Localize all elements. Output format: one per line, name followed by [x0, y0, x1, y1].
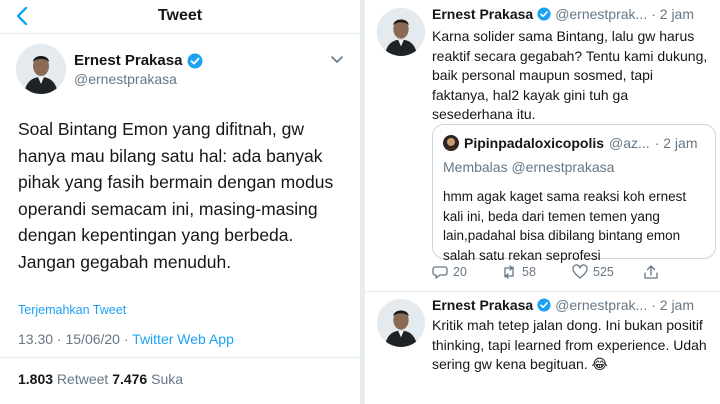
avatar[interactable]	[377, 299, 425, 347]
reply-actions: 20 58 525	[432, 264, 712, 284]
replies-panel: Ernest Prakasa @ernestprak... · 2 jam Ka…	[365, 0, 720, 404]
comment-icon	[432, 266, 448, 279]
chevron-down-icon[interactable]	[330, 55, 344, 65]
reply-text: Kritik mah tetep jalan dong. Ini bukan p…	[432, 317, 707, 372]
translate-tweet-link[interactable]: Terjemahkan Tweet	[18, 303, 126, 317]
reply-button[interactable]: 20	[432, 264, 467, 280]
retweet-icon	[504, 265, 514, 279]
reply-author-name[interactable]: Ernest Prakasa	[432, 297, 533, 313]
verified-badge-icon	[187, 53, 203, 68]
like-button[interactable]: 525	[572, 264, 614, 280]
tweet-text: Soal Bintang Emon yang difitnah, gw hany…	[18, 119, 334, 272]
like-count: 525	[593, 265, 614, 279]
retweet-button[interactable]: 58	[501, 264, 536, 280]
author-name[interactable]: Ernest Prakasa	[74, 52, 182, 69]
avatar[interactable]	[377, 8, 425, 56]
like-label[interactable]: Suka	[147, 371, 183, 387]
retweet-count[interactable]: 1.803	[18, 371, 53, 387]
quoted-tweet-card[interactable]: Pipinpadaloxicopolis @az... · 2 jam Memb…	[432, 124, 716, 263]
reply-author-name[interactable]: Ernest Prakasa	[432, 6, 533, 22]
reply-header: Ernest Prakasa @ernestprak... · 2 jam	[432, 6, 694, 22]
author-name-row: Ernest Prakasa	[74, 52, 203, 69]
reply-time: · 2 jam	[651, 6, 695, 22]
tweet-detail-panel: Tweet Ernest Prakasa @ernestprakasa Soal…	[0, 0, 360, 404]
avatar[interactable]	[16, 44, 66, 94]
share-icon	[644, 265, 658, 279]
replying-to-label: Membalas @ernestprakasa	[443, 159, 615, 175]
heart-icon	[572, 264, 588, 279]
reply-item[interactable]: Ernest Prakasa @ernestprak... · 2 jam Ka…	[365, 0, 720, 292]
page-title: Tweet	[157, 7, 203, 24]
tweet-source-link[interactable]: Twitter Web App	[132, 331, 234, 347]
reply-header: Ernest Prakasa @ernestprak... · 2 jam	[432, 297, 694, 313]
reply-item[interactable]: Ernest Prakasa @ernestprak... · 2 jam Kr…	[365, 292, 720, 404]
verified-badge-icon	[537, 298, 551, 312]
tweet-header: Tweet	[0, 0, 360, 34]
retweet-count: 58	[522, 265, 536, 279]
tweet-meta: 13.30 · 15/06/20 · Twitter Web App	[18, 331, 234, 347]
reply-count: 20	[453, 265, 467, 279]
author-handle[interactable]: @ernestprakasa	[74, 71, 177, 87]
quoted-time: · 2 jam	[654, 135, 698, 151]
reply-time: · 2 jam	[651, 297, 695, 313]
avatar	[443, 135, 459, 151]
share-button[interactable]	[643, 264, 659, 280]
quoted-author-handle: @az...	[609, 135, 650, 151]
retweet-label[interactable]: Retweet	[53, 371, 112, 387]
reply-text: Karna solider sama Bintang, lalu gw haru…	[432, 28, 708, 122]
quoted-tweet-header: Pipinpadaloxicopolis @az... · 2 jam	[443, 135, 698, 151]
verified-badge-icon	[537, 7, 551, 21]
quoted-author-name: Pipinpadaloxicopolis	[464, 135, 605, 151]
tweet-stats: 1.803 Retweet 7.476 Suka	[18, 371, 183, 387]
reply-author-handle[interactable]: @ernestprak...	[555, 6, 647, 22]
reply-author-handle[interactable]: @ernestprak...	[555, 297, 647, 313]
quoted-tweet-text: hmm agak kaget sama reaksi koh ernest ka…	[443, 189, 687, 263]
tweet-timestamp: 13.30 · 15/06/20 ·	[18, 331, 133, 347]
like-count[interactable]: 7.476	[112, 371, 147, 387]
divider	[0, 357, 360, 358]
